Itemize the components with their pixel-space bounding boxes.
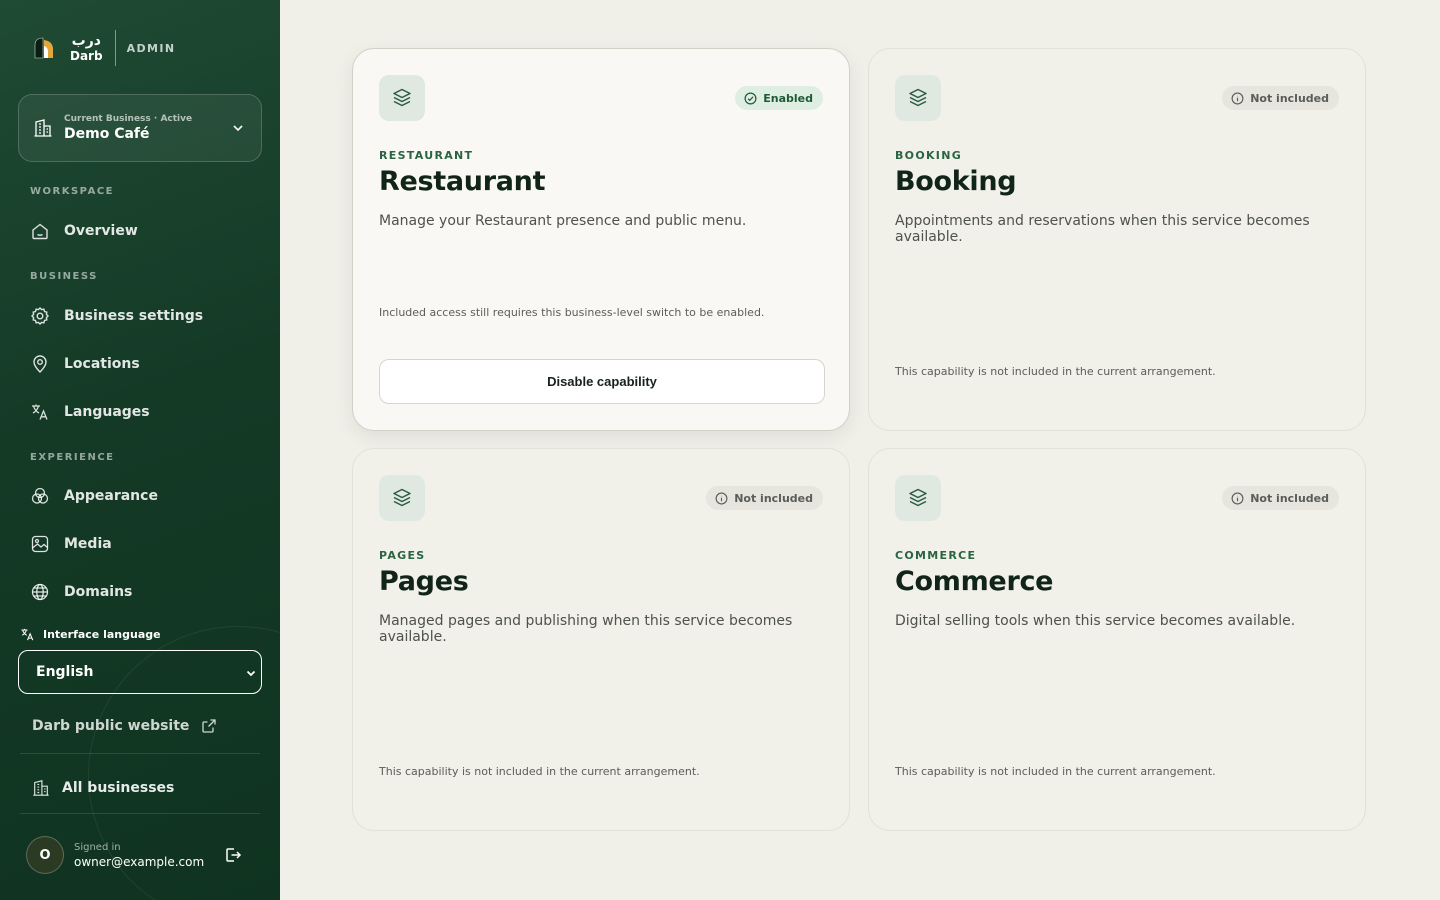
status-badge-text: Not included [734, 491, 813, 505]
nav-item-media[interactable]: Media [30, 527, 260, 561]
darb-logo-icon [34, 37, 53, 59]
image-icon [31, 535, 49, 553]
nav-item-locations[interactable]: Locations [30, 347, 260, 381]
map-pin-icon [33, 355, 47, 373]
status-badge: Not included [1222, 486, 1339, 510]
capability-description: Digital selling tools when this service … [895, 613, 1296, 629]
section-label-workspace: WORKSPACE [30, 186, 115, 197]
brand-wordmark: درب Darb [70, 34, 103, 62]
all-businesses-text: All businesses [62, 780, 175, 796]
capability-card-restaurant: Enabled RESTAURANT Restaurant Manage you… [352, 48, 850, 431]
status-badge: Not included [706, 486, 823, 510]
admin-label: ADMIN [126, 41, 176, 55]
status-badge: Not included [1222, 86, 1339, 110]
status-badge: Enabled [735, 86, 823, 110]
check-circle-icon [744, 92, 757, 104]
nav-item-domains[interactable]: Domains [30, 575, 260, 609]
layers-icon [393, 88, 411, 107]
globe-icon [31, 583, 49, 601]
brand-arabic: درب [71, 33, 101, 49]
capability-icon [379, 75, 425, 121]
brand-divider [114, 30, 116, 66]
capability-icon [895, 475, 941, 521]
capability-note: This capability is not included in the c… [379, 765, 700, 778]
nav-label: Languages [64, 404, 150, 420]
info-circle-icon [715, 492, 728, 504]
all-businesses-link[interactable]: All businesses [32, 778, 174, 798]
info-circle-icon [1231, 92, 1244, 104]
status-badge-text: Enabled [763, 91, 813, 105]
building-icon [33, 780, 49, 796]
capability-kicker: COMMERCE [895, 549, 977, 562]
capability-card-pages: Not included PAGES Pages Managed pages a… [352, 448, 850, 831]
status-badge-text: Not included [1250, 91, 1329, 105]
capability-icon [895, 75, 941, 121]
nav-item-languages[interactable]: Languages [30, 395, 260, 429]
layers-icon [393, 488, 411, 507]
business-caption: Current Business · Active [64, 114, 193, 124]
capability-kicker: PAGES [379, 549, 426, 562]
translate-icon [32, 404, 48, 420]
building-icon [34, 119, 52, 137]
layers-icon [909, 488, 927, 507]
capability-card-commerce: Not included COMMERCE Commerce Digital s… [868, 448, 1366, 831]
sidebar: درب Darb ADMIN Current Business · Active… [0, 0, 280, 900]
capability-title: Pages [379, 566, 469, 597]
nav-item-overview[interactable]: Overview [30, 214, 260, 248]
signed-in-caption: Signed in [74, 841, 121, 853]
layers-icon [909, 88, 927, 107]
capability-kicker: BOOKING [895, 149, 963, 162]
nav-label: Domains [64, 584, 133, 600]
nav-label: Business settings [64, 308, 204, 324]
disable-capability-button[interactable]: Disable capability [379, 359, 825, 404]
sidebar-divider [20, 753, 260, 754]
chevron-down-icon [233, 125, 243, 132]
user-email: owner@example.com [74, 854, 205, 869]
interface-language-select[interactable]: English [18, 650, 262, 694]
public-website-text: Darb public website [32, 718, 190, 734]
brand-logo[interactable]: درب Darb ADMIN [32, 30, 175, 66]
nav-label: Locations [64, 356, 140, 372]
sidebar-divider [20, 813, 260, 814]
user-profile: O Signed in owner@example.com [26, 836, 256, 874]
info-circle-icon [1231, 492, 1244, 504]
capability-title: Commerce [895, 566, 1054, 597]
section-label-experience: EXPERIENCE [30, 452, 115, 463]
avatar: O [26, 836, 64, 874]
capability-note: This capability is not included in the c… [895, 365, 1216, 378]
logout-icon[interactable] [224, 846, 242, 864]
nav-item-appearance[interactable]: Appearance [30, 479, 260, 513]
section-label-business: BUSINESS [30, 271, 98, 282]
gear-icon [31, 307, 49, 325]
capability-note: This capability is not included in the c… [895, 765, 1216, 778]
external-link-icon [202, 719, 217, 733]
capability-icon [379, 475, 425, 521]
capability-description: Manage your Restaurant presence and publ… [379, 213, 747, 229]
business-switcher[interactable]: Current Business · Active Demo Café [18, 94, 262, 162]
business-name: Demo Café [64, 126, 150, 142]
interface-language-label: Interface language [20, 627, 161, 642]
capability-description: Appointments and reservations when this … [895, 213, 1310, 245]
nav-label: Appearance [64, 488, 158, 504]
nav-label: Media [64, 536, 112, 552]
nav-label: Overview [64, 223, 138, 239]
status-badge-text: Not included [1250, 491, 1329, 505]
capability-kicker: RESTAURANT [379, 149, 474, 162]
capability-card-booking: Not included BOOKING Booking Appointment… [868, 48, 1366, 431]
interface-language-value: English [36, 664, 94, 680]
capability-title: Booking [895, 166, 1017, 197]
palette-icon [31, 487, 49, 504]
chevron-down-icon [246, 670, 256, 677]
public-website-link[interactable]: Darb public website [32, 718, 217, 734]
capability-title: Restaurant [379, 166, 546, 197]
capability-note: Included access still requires this busi… [379, 306, 765, 319]
translate-icon [21, 628, 34, 641]
interface-language-text: Interface language [43, 628, 161, 641]
home-icon [32, 223, 48, 240]
capability-description: Managed pages and publishing when this s… [379, 613, 793, 645]
brand-latin: Darb [70, 49, 103, 63]
nav-item-business-settings[interactable]: Business settings [30, 299, 260, 333]
